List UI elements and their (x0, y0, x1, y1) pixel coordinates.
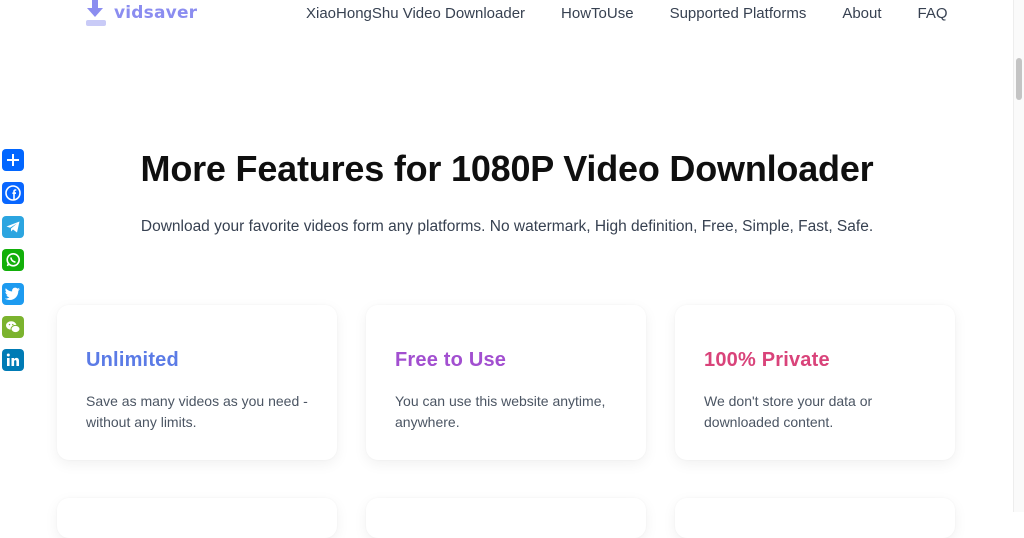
nav-supported-platforms[interactable]: Supported Platforms (670, 5, 807, 22)
section-title: More Features for 1080P Video Downloader (140, 148, 874, 189)
logo-text: vidsaver (114, 3, 198, 23)
feature-description: Save as many videos as you need - withou… (86, 393, 308, 430)
whatsapp-icon[interactable] (2, 249, 24, 272)
site-header: vidsaver XiaoHongShu Video Downloader Ho… (0, 0, 1014, 34)
logo[interactable]: vidsaver (86, 0, 197, 28)
feature-card-next (366, 498, 646, 538)
wechat-icon[interactable] (2, 315, 24, 338)
feature-title: Free to Use (395, 349, 507, 371)
twitter-icon[interactable] (2, 282, 24, 305)
nav-xiaohongshu-downloader[interactable]: XiaoHongShu Video Downloader (306, 5, 525, 22)
feature-card-private: 100% Private We don't store your data or… (675, 305, 955, 460)
feature-card-next (57, 498, 337, 538)
feature-description: You can use this website anytime, anywhe… (395, 393, 606, 430)
scrollbar-thumb[interactable] (1016, 58, 1022, 100)
feature-title: 100% Private (704, 349, 830, 371)
main-nav: XiaoHongShu Video Downloader HowToUse Su… (306, 5, 948, 22)
feature-description: We don't store your data or downloaded c… (704, 393, 873, 430)
nav-about[interactable]: About (842, 5, 881, 22)
download-icon (86, 0, 108, 28)
page-scrollbar[interactable] (1013, 0, 1024, 512)
feature-title: Unlimited (86, 349, 179, 371)
linkedin-icon[interactable] (2, 349, 24, 372)
section-subtitle: Download your favorite videos form any p… (140, 218, 874, 235)
feature-card-next (675, 498, 955, 538)
feature-card-free: Free to Use You can use this website any… (366, 305, 646, 460)
nav-faq[interactable]: FAQ (918, 5, 948, 22)
nav-howtouse[interactable]: HowToUse (561, 5, 634, 22)
feature-card-unlimited: Unlimited Save as many videos as you nee… (57, 305, 337, 460)
